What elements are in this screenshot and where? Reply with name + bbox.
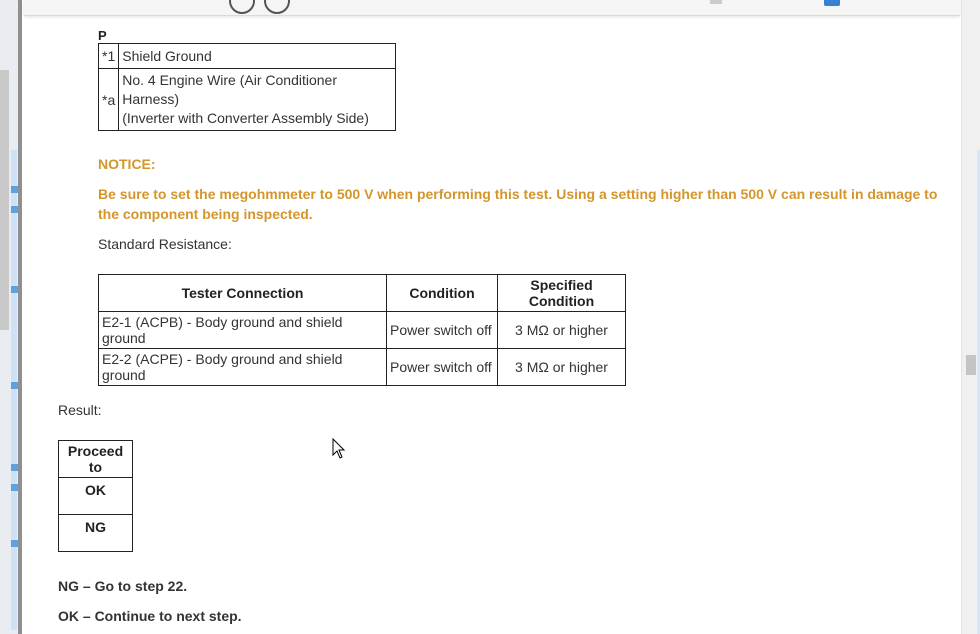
table-header-row: Proceed to — [58, 440, 133, 478]
table-cell: Power switch off — [386, 348, 498, 386]
bullet-icon — [11, 186, 18, 193]
notice-title: NOTICE: — [98, 156, 156, 172]
table-row: OK — [58, 477, 133, 515]
legend-key: *a — [97, 68, 120, 131]
document-content: P *1 Shield Ground *a No. 4 Engine Wire … — [24, 16, 962, 634]
add-icon[interactable] — [824, 0, 840, 6]
result-option-ok: OK — [58, 477, 133, 515]
table-cell: 3 MΩ or higher — [497, 311, 626, 349]
standard-resistance-label: Standard Resistance: — [98, 236, 232, 252]
standard-resistance-table: Tester Connection Condition Specified Co… — [98, 274, 626, 386]
table-row: *1 Shield Ground — [97, 43, 397, 69]
top-toolbar — [24, 0, 960, 16]
table-cell: E2-2 (ACPE) - Body ground and shield gro… — [98, 348, 387, 386]
connector-icon — [229, 0, 255, 14]
legend-text-line: No. 4 Engine Wire (Air Conditioner Harne… — [122, 72, 337, 107]
mouse-cursor-icon — [332, 438, 346, 459]
window-border — [18, 0, 22, 634]
result-label: Result: — [58, 402, 102, 418]
toolbar-icon[interactable] — [710, 0, 722, 4]
notice-body: Be sure to set the megohmmeter to 500 V … — [98, 186, 938, 222]
connector-label: P — [98, 28, 107, 43]
bullet-icon — [11, 286, 18, 293]
scrollbar-thumb[interactable] — [966, 355, 976, 375]
bullet-icon — [11, 464, 18, 471]
bullet-icon — [11, 382, 18, 389]
column-header: Condition — [386, 274, 498, 312]
legend-text: Shield Ground — [118, 43, 397, 69]
table-cell: 3 MΩ or higher — [497, 348, 626, 386]
background-scrollbar — [0, 70, 9, 330]
ng-instruction: NG – Go to step 22. — [58, 578, 188, 594]
bullet-icon — [11, 206, 18, 213]
legend-key: *1 — [97, 43, 120, 69]
proceed-table: Proceed to OK NG — [58, 440, 133, 552]
table-cell: Power switch off — [386, 311, 498, 349]
table-row: NG — [58, 514, 133, 552]
column-header: Specified Condition — [497, 274, 626, 312]
ok-instruction: OK – Continue to next step. — [58, 608, 242, 624]
table-cell: E2-1 (ACPB) - Body ground and shield gro… — [98, 311, 387, 349]
table-header-row: Tester Connection Condition Specified Co… — [98, 274, 626, 312]
background-window-strip — [0, 0, 18, 634]
connector-legend-table: *1 Shield Ground *a No. 4 Engine Wire (A… — [97, 43, 397, 131]
vertical-scrollbar[interactable] — [961, 0, 980, 634]
column-header: Tester Connection — [98, 274, 387, 312]
legend-text: No. 4 Engine Wire (Air Conditioner Harne… — [118, 68, 397, 131]
table-row: E2-1 (ACPB) - Body ground and shield gro… — [98, 311, 626, 349]
background-panel — [11, 150, 17, 630]
column-header: Proceed to — [58, 440, 133, 478]
bullet-icon — [11, 540, 18, 547]
table-row: *a No. 4 Engine Wire (Air Conditioner Ha… — [97, 68, 397, 131]
connector-icon — [264, 0, 290, 14]
table-row: E2-2 (ACPE) - Body ground and shield gro… — [98, 348, 626, 386]
legend-text-line: (Inverter with Converter Assembly Side) — [122, 110, 369, 126]
result-option-ng: NG — [58, 514, 133, 552]
bullet-icon — [11, 484, 18, 491]
